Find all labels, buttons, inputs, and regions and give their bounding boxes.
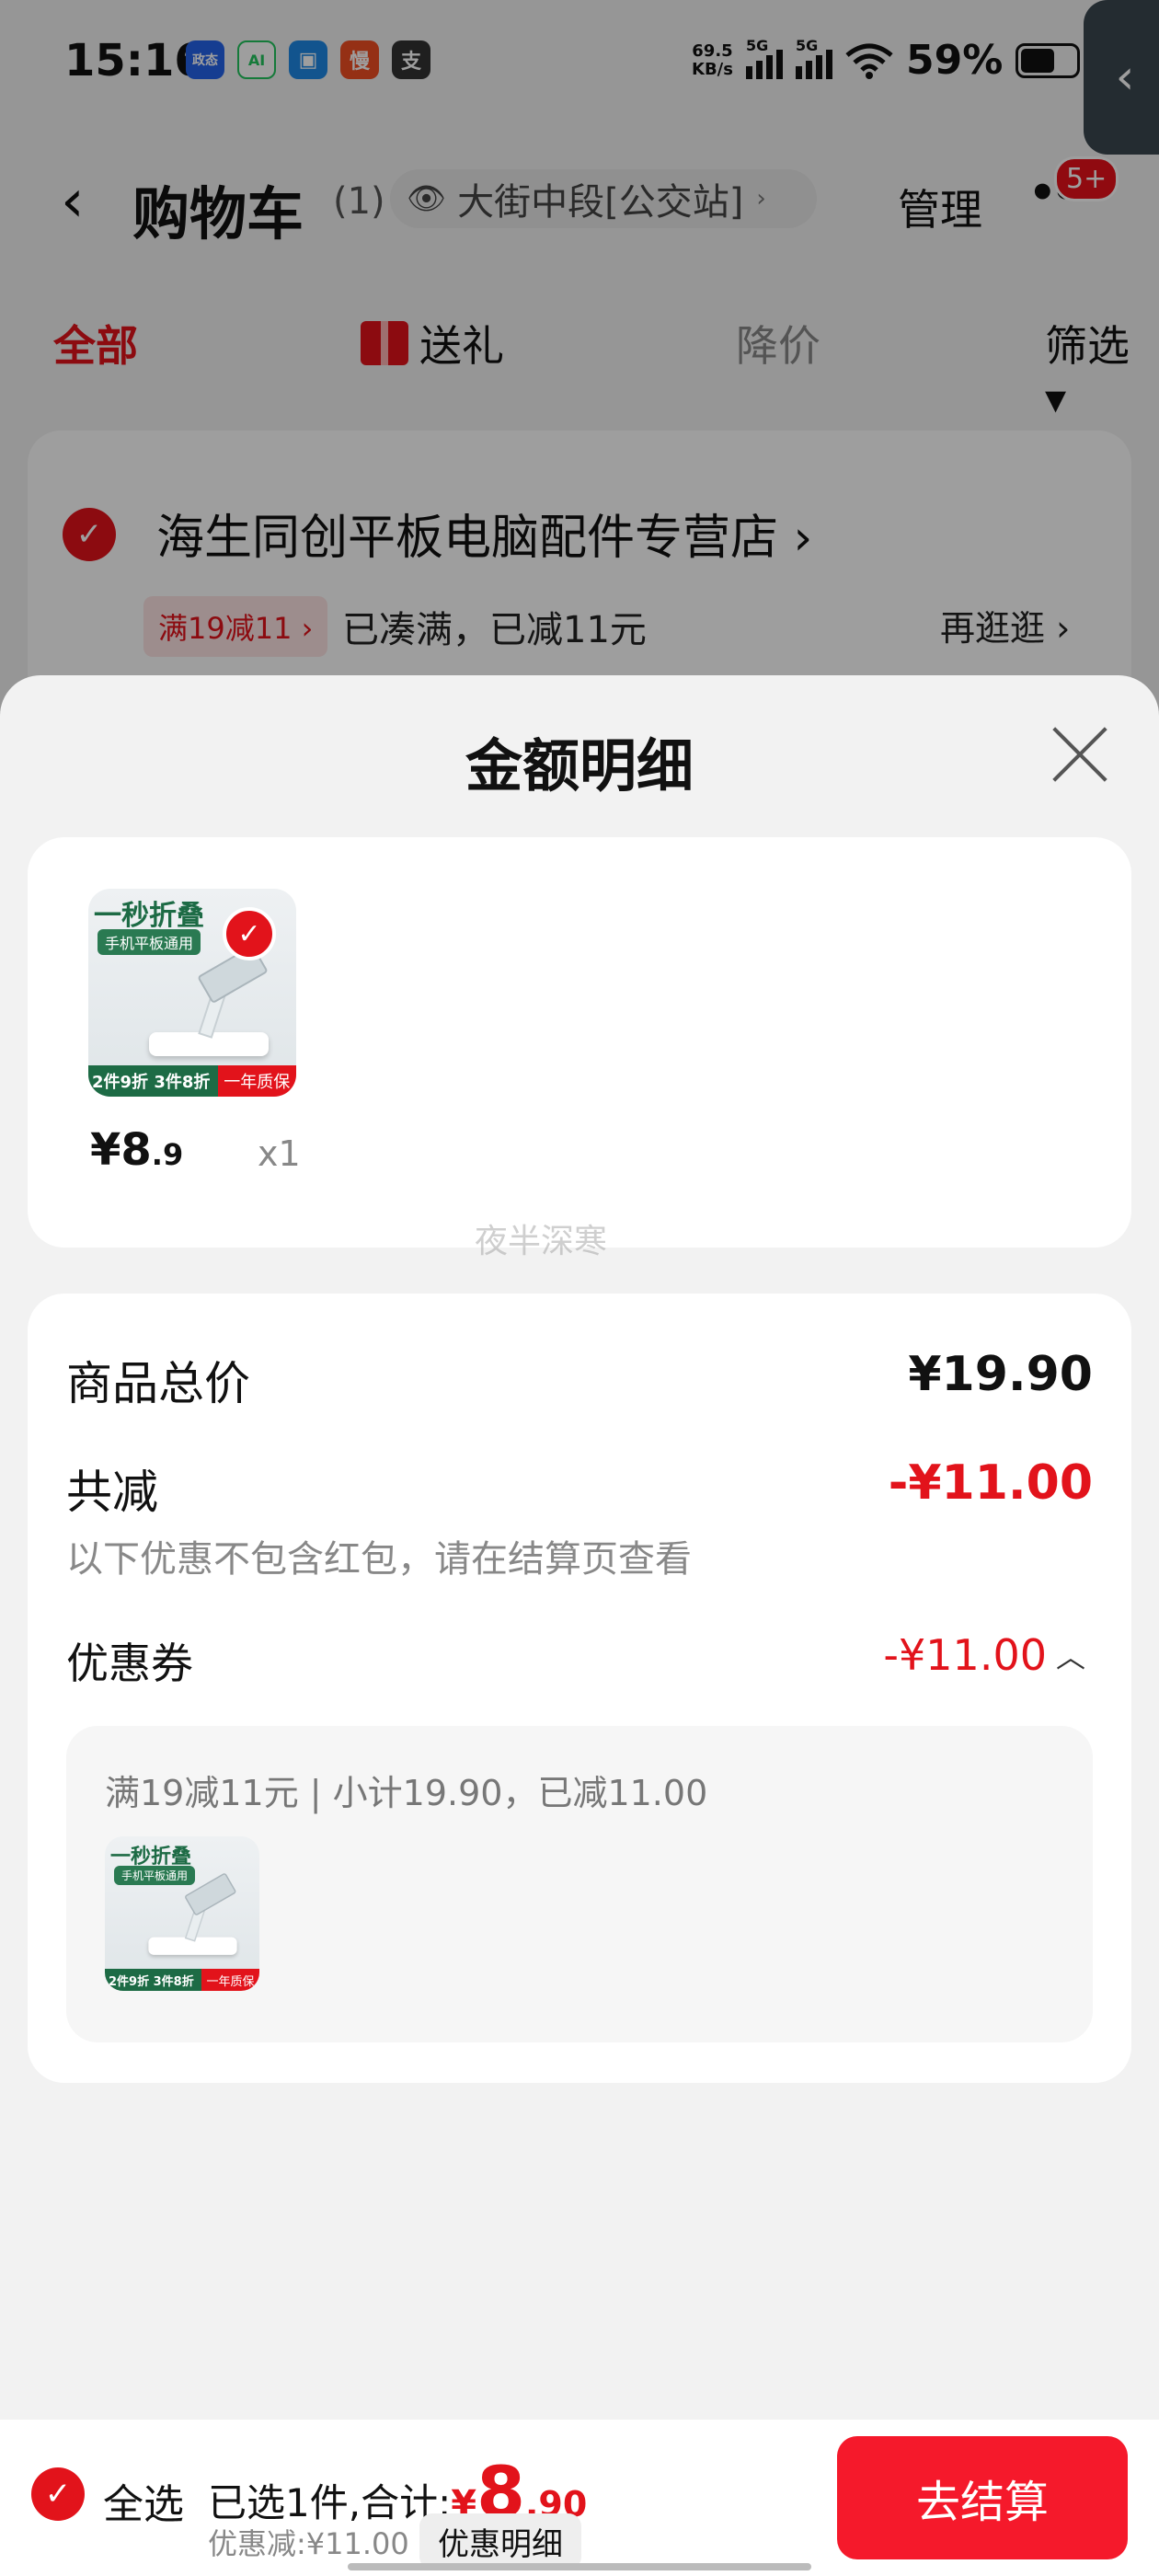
watermark: 夜半深寒 [475, 1223, 608, 1260]
amount-detail-sheet: 金额明细 一秒折叠 手机平板通用 2件9折 3件8折 一年质保 ✓ ¥8.9 x… [0, 675, 1159, 2420]
discount-amount: 优惠减:¥11.00 [208, 2526, 409, 2561]
total-reduce-label: 共减 [66, 1466, 158, 1519]
selected-check-icon: ✓ [223, 907, 276, 960]
product-thumbnail[interactable]: 一秒折叠 手机平板通用 2件9折 3件8折 一年质保 ✓ [88, 889, 296, 1097]
coupon-label: 优惠券 [66, 1639, 193, 1688]
discount-note: 以下优惠不包含红包，请在结算页查看 [66, 1538, 692, 1581]
product-card: 一秒折叠 手机平板通用 2件9折 3件8折 一年质保 ✓ ¥8.9 x1 [28, 837, 1131, 1248]
total-reduce-value: -¥11.00 [888, 1455, 1093, 1511]
coupon-toggle[interactable]: -¥11.00 ︿ [883, 1630, 1085, 1680]
chevron-up-icon: ︿ [1055, 1639, 1085, 1674]
tablet-stand-image [142, 1872, 244, 1961]
coupon-product-thumbnail: 一秒折叠 手机平板通用 2件9折 3件8折 一年质保 [105, 1836, 259, 1991]
coupon-detail-box: 满19减11元 | 小计19.90，已减11.00 一秒折叠 手机平板通用 2件… [66, 1726, 1093, 2042]
price-detail-card: 商品总价 ¥19.90 共减 -¥11.00 以下优惠不包含红包，请在结算页查看… [28, 1294, 1131, 2083]
tablet-stand-image [140, 944, 278, 1064]
checkout-bar: ✓ 全选 已选1件,合计: ¥ 8 .90 优惠减:¥11.00 优惠明细 去结… [0, 2420, 1159, 2576]
home-indicator[interactable] [348, 2563, 811, 2570]
sheet-title: 金额明细 [465, 732, 694, 799]
discount-detail-button[interactable]: 优惠明细 [419, 2513, 581, 2570]
coupon-description: 满19减11元 | 小计19.90，已减11.00 [105, 1773, 708, 1813]
product-quantity: x1 [258, 1133, 301, 1174]
close-icon[interactable] [1049, 723, 1111, 786]
total-price-value: ¥19.90 [908, 1347, 1093, 1402]
select-all-checkbox[interactable]: ✓ [31, 2467, 85, 2521]
checkout-button[interactable]: 去结算 [837, 2436, 1128, 2559]
product-price: ¥8.9 [90, 1124, 184, 1176]
coupon-value: -¥11.00 [883, 1630, 1047, 1680]
select-all-label[interactable]: 全选 [103, 2471, 184, 2530]
total-price-label: 商品总价 [66, 1357, 250, 1410]
